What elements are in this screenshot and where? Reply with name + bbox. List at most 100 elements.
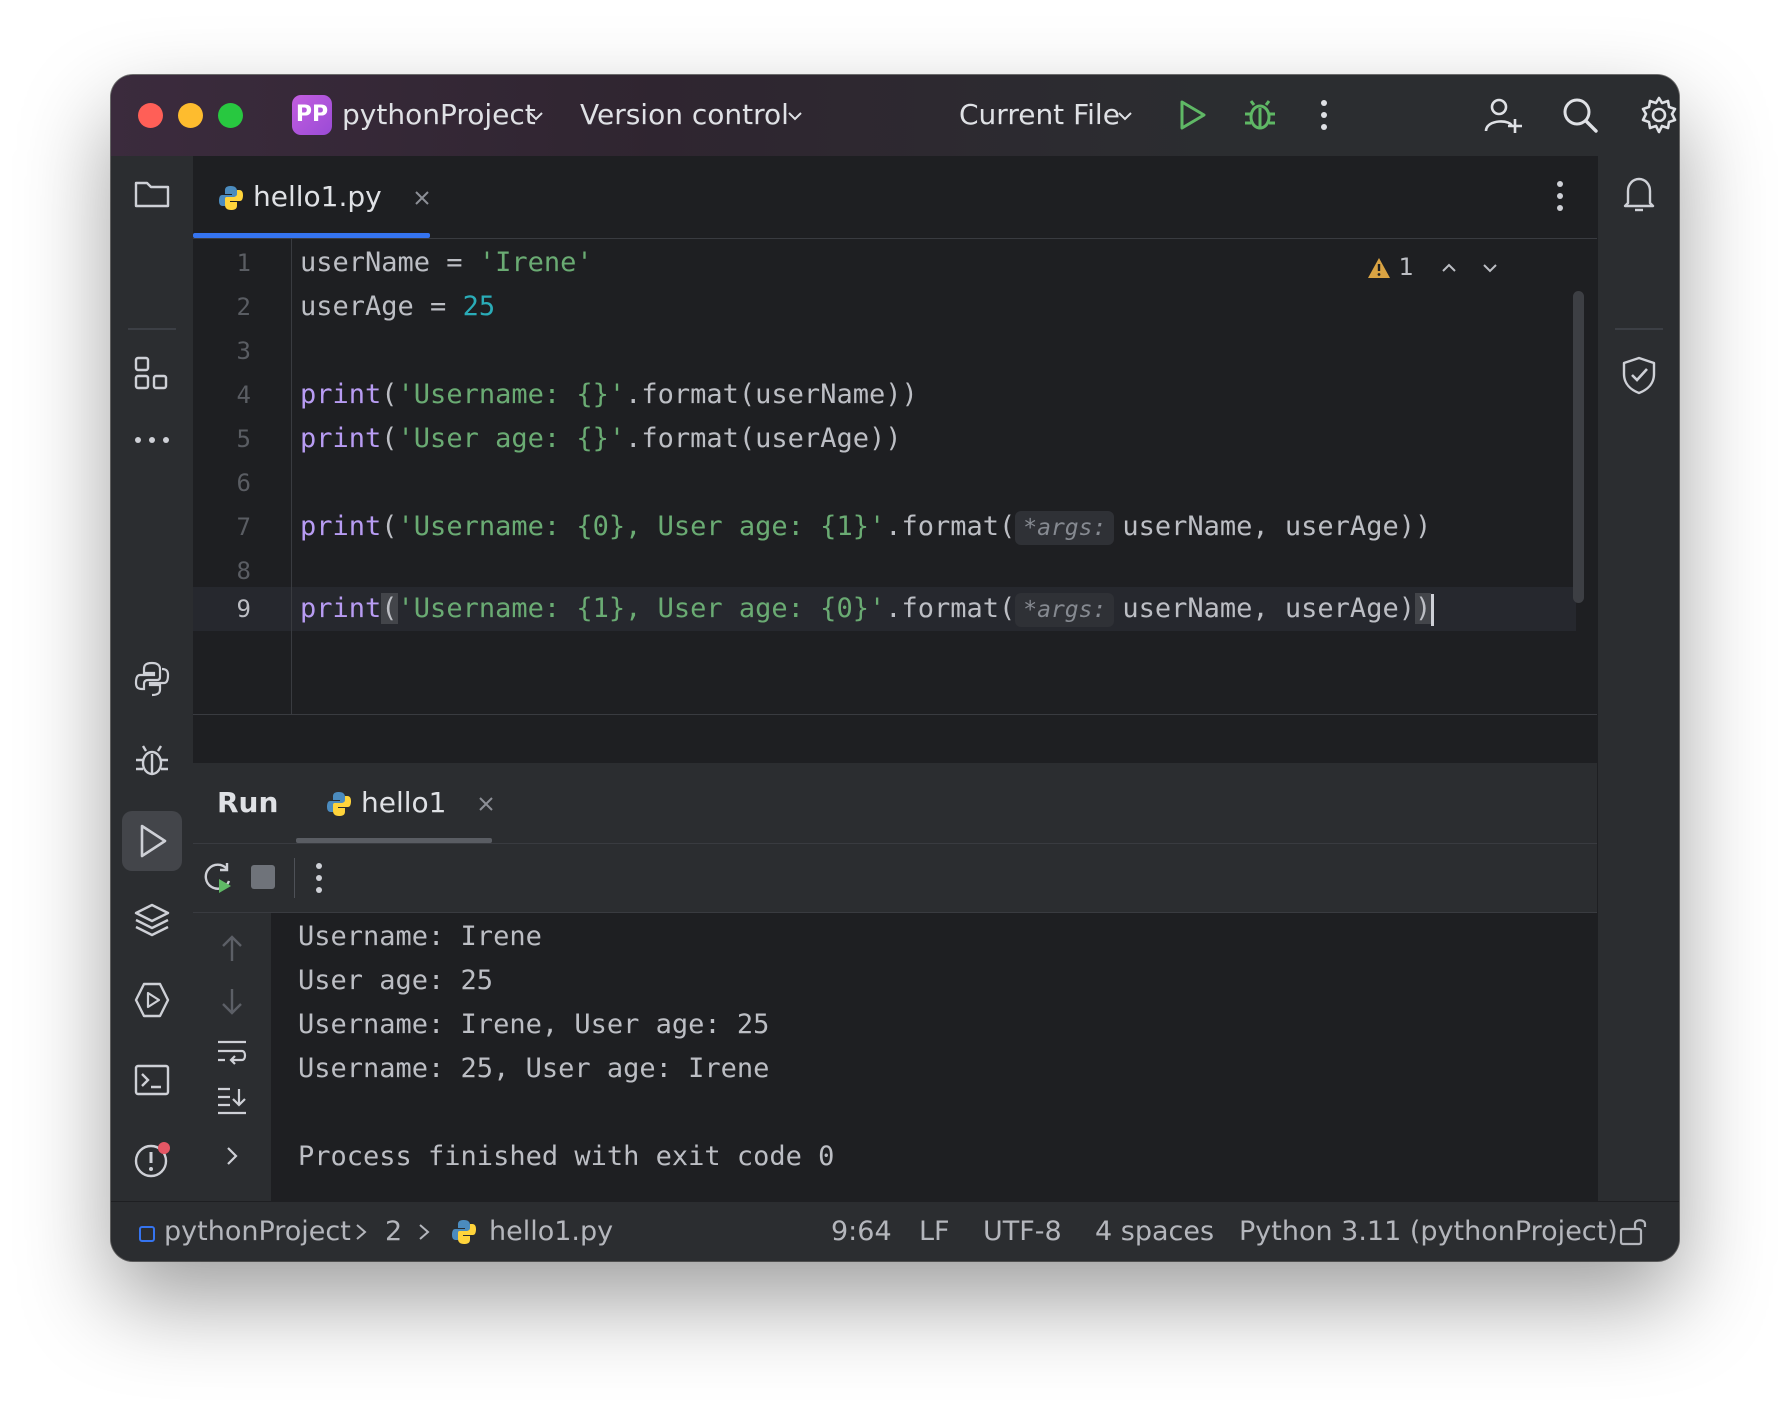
more-options-icon[interactable] [313, 860, 325, 896]
project-selector[interactable]: pythonProject [342, 97, 536, 133]
toolbar-divider [294, 858, 295, 898]
search-icon[interactable] [1561, 96, 1599, 134]
minimize-window-button[interactable] [178, 103, 203, 128]
breadcrumb-project[interactable]: pythonProject [164, 1212, 351, 1252]
layers-icon[interactable] [132, 900, 172, 940]
breadcrumb-folder[interactable]: 2 [385, 1212, 402, 1252]
problems-icon[interactable] [132, 1140, 172, 1180]
folder-icon[interactable] [132, 173, 172, 213]
chevron-down-icon[interactable] [1481, 259, 1499, 277]
shield-check-icon[interactable] [1618, 354, 1660, 396]
structure-icon[interactable] [132, 354, 172, 394]
more-options-icon[interactable] [1318, 97, 1330, 133]
tab-options-icon[interactable] [1554, 178, 1566, 214]
expand-icon[interactable] [224, 1145, 240, 1167]
project-module-icon [139, 1226, 155, 1242]
soft-wrap-icon[interactable] [216, 1037, 248, 1067]
stop-icon[interactable] [251, 865, 275, 889]
line-number: 2 [236, 293, 251, 321]
line-number: 5 [236, 425, 251, 453]
python-interpreter[interactable]: Python 3.11 (pythonProject) [1239, 1212, 1618, 1252]
chevron-down-icon [529, 112, 543, 121]
debug-icon[interactable] [1241, 96, 1279, 134]
scroll-to-end-icon[interactable] [216, 1085, 248, 1115]
gear-icon[interactable] [1639, 95, 1679, 135]
run-toolbar [193, 844, 1597, 913]
run-tab-hello1[interactable]: hello1 [325, 783, 495, 823]
breadcrumb-chevron-icon [356, 1224, 367, 1240]
close-icon[interactable] [477, 795, 495, 813]
console-output-line: Username: Irene [298, 921, 542, 952]
run-console[interactable]: Username: Irene User age: 25 Username: I… [193, 913, 1597, 1201]
active-tab-indicator [193, 233, 430, 238]
strip-divider [1615, 328, 1663, 330]
lock-icon[interactable] [1616, 1214, 1650, 1248]
console-exit-message: Process finished with exit code 0 [298, 1141, 835, 1172]
inspection-widget[interactable]: 1 [1367, 247, 1499, 287]
chevron-down-icon [788, 112, 802, 121]
left-tool-strip [111, 156, 194, 1259]
breadcrumb-chevron-icon [419, 1224, 430, 1240]
run-icon[interactable] [132, 821, 172, 861]
line-number: 7 [236, 513, 251, 541]
run-panel-header: Run hello1 [193, 763, 1597, 844]
tab-label: hello1.py [253, 180, 382, 213]
terminal-icon[interactable] [132, 1060, 172, 1100]
python-file-icon [327, 792, 351, 816]
title-bar: PP pythonProject Version control Current… [111, 75, 1679, 156]
chevron-down-icon [1118, 112, 1132, 121]
console-output-line: Username: Irene, User age: 25 [298, 1009, 770, 1040]
code-line-4: print('Username: {}'.format(userName)) [300, 379, 918, 410]
code-line-2: userAge = 25 [300, 291, 496, 322]
line-number: 4 [236, 381, 251, 409]
line-number: 1 [236, 249, 251, 277]
debug-icon[interactable] [132, 740, 172, 780]
warning-icon [1368, 258, 1390, 278]
code-editor[interactable]: 1 2 3 4 5 6 7 8 9 userName = 'Irene' use… [193, 239, 1597, 715]
line-number: 6 [236, 469, 251, 497]
right-tool-strip [1597, 156, 1679, 1201]
scroll-up-icon[interactable] [218, 933, 246, 965]
code-line-5: print('User age: {}'.format(userAge)) [300, 423, 902, 454]
console-side-toolbar [193, 913, 271, 1201]
rerun-icon[interactable] [203, 861, 235, 895]
python-console-icon[interactable] [132, 659, 172, 699]
chevron-up-icon[interactable] [1440, 259, 1458, 277]
notifications-icon[interactable] [1618, 173, 1660, 215]
code-line-9: print('Username: {1}, User age: {0}'.for… [300, 587, 1435, 631]
tab-hello1-py[interactable]: hello1.py [217, 174, 431, 220]
close-window-button[interactable] [138, 103, 163, 128]
run-icon[interactable] [1175, 98, 1209, 132]
console-output-line: Username: 25, User age: Irene [298, 1053, 770, 1084]
breadcrumb-file[interactable]: hello1.py [489, 1212, 613, 1252]
project-badge[interactable]: PP [292, 95, 332, 135]
matched-paren: ) [1414, 593, 1432, 624]
file-encoding[interactable]: UTF-8 [983, 1212, 1062, 1252]
run-panel-title: Run [217, 786, 279, 819]
editor-tab-bar: hello1.py [193, 156, 1597, 239]
more-icon[interactable] [132, 420, 172, 460]
run-config-selector[interactable]: Current File [959, 97, 1120, 133]
add-user-icon[interactable] [1483, 95, 1523, 135]
editor-scrollbar[interactable] [1573, 291, 1584, 603]
run-tab-label: hello1 [361, 786, 447, 819]
parameter-hint: *args: [1015, 511, 1115, 545]
scroll-down-icon[interactable] [218, 985, 246, 1017]
matched-paren: ( [381, 593, 398, 624]
python-file-icon [219, 186, 243, 210]
services-icon[interactable] [132, 980, 172, 1020]
version-control-menu[interactable]: Version control [580, 97, 789, 133]
indent-setting[interactable]: 4 spaces [1095, 1212, 1214, 1252]
strip-divider [128, 328, 176, 330]
line-number-current: 9 [236, 595, 251, 623]
close-icon[interactable] [413, 189, 431, 207]
line-number-gutter: 1 2 3 4 5 6 7 8 9 [193, 239, 292, 714]
code-line-1: userName = 'Irene' [300, 247, 593, 278]
line-number: 3 [236, 337, 251, 365]
code-line-7: print('Username: {0}, User age: {1}'.for… [300, 505, 1431, 549]
text-caret [1431, 593, 1435, 626]
caret-position[interactable]: 9:64 [831, 1212, 892, 1252]
parameter-hint: *args: [1015, 593, 1115, 627]
line-separator[interactable]: LF [919, 1212, 950, 1252]
zoom-window-button[interactable] [218, 103, 243, 128]
